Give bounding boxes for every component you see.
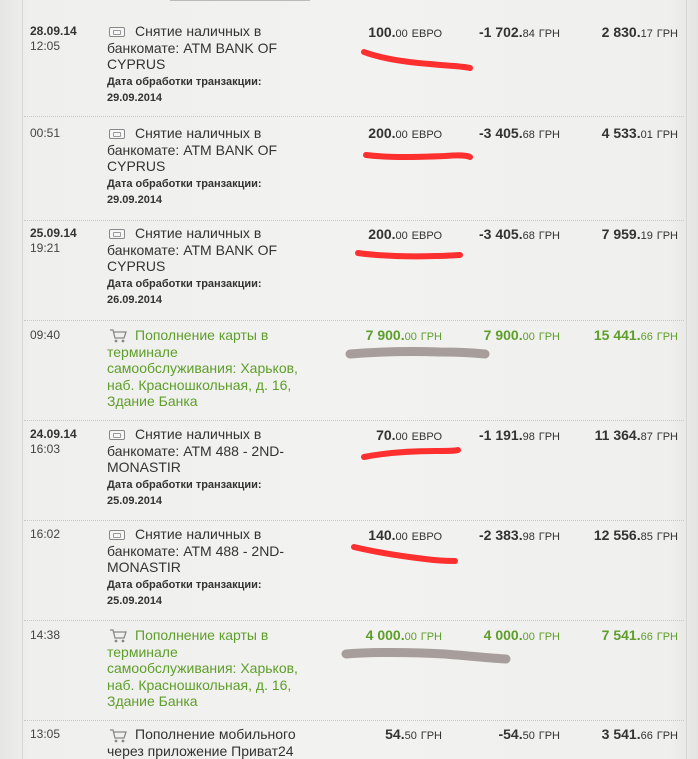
redaction-stroke xyxy=(341,648,511,664)
statement-page: 28.09.14 12:05 Снятие наличных в банкома… xyxy=(0,0,698,759)
redaction-stroke xyxy=(355,250,463,260)
redaction-stroke xyxy=(345,347,490,359)
redaction-stroke xyxy=(361,447,461,460)
redaction-strokes xyxy=(341,49,511,664)
redaction-stroke xyxy=(361,49,473,71)
redaction-stroke xyxy=(363,152,473,160)
redaction-stroke xyxy=(351,544,458,564)
